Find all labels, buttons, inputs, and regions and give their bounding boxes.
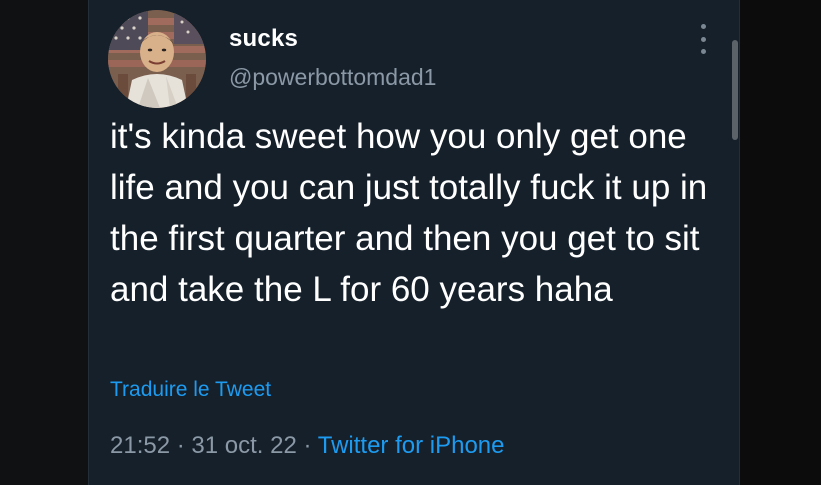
avatar-image xyxy=(108,10,206,108)
tweet-source-link[interactable]: Twitter for iPhone xyxy=(318,432,505,459)
tweet-time[interactable]: 21:52 xyxy=(110,432,170,459)
more-dot xyxy=(700,24,706,29)
more-dot xyxy=(700,49,706,54)
left-page-margin xyxy=(0,0,88,485)
profile-avatar[interactable] xyxy=(108,10,206,108)
translate-tweet-link[interactable]: Traduire le Tweet xyxy=(110,378,271,402)
tweet-text: it's kinda sweet how you only get one li… xyxy=(110,117,708,309)
more-dot xyxy=(700,36,706,42)
display-name[interactable]: sucks xyxy=(229,25,298,53)
meta-separator: · xyxy=(303,432,312,459)
tweet-metadata: 21:52 · 31 oct. 22 · Twitter for iPhone xyxy=(110,432,504,460)
scrollbar-thumb[interactable] xyxy=(732,40,738,140)
tweet-date[interactable]: 31 oct. 22 xyxy=(191,432,296,459)
more-options-icon[interactable] xyxy=(694,24,712,54)
meta-separator: · xyxy=(176,432,185,459)
user-handle[interactable]: @powerbottomdad1 xyxy=(229,64,436,91)
right-page-margin xyxy=(740,0,821,485)
